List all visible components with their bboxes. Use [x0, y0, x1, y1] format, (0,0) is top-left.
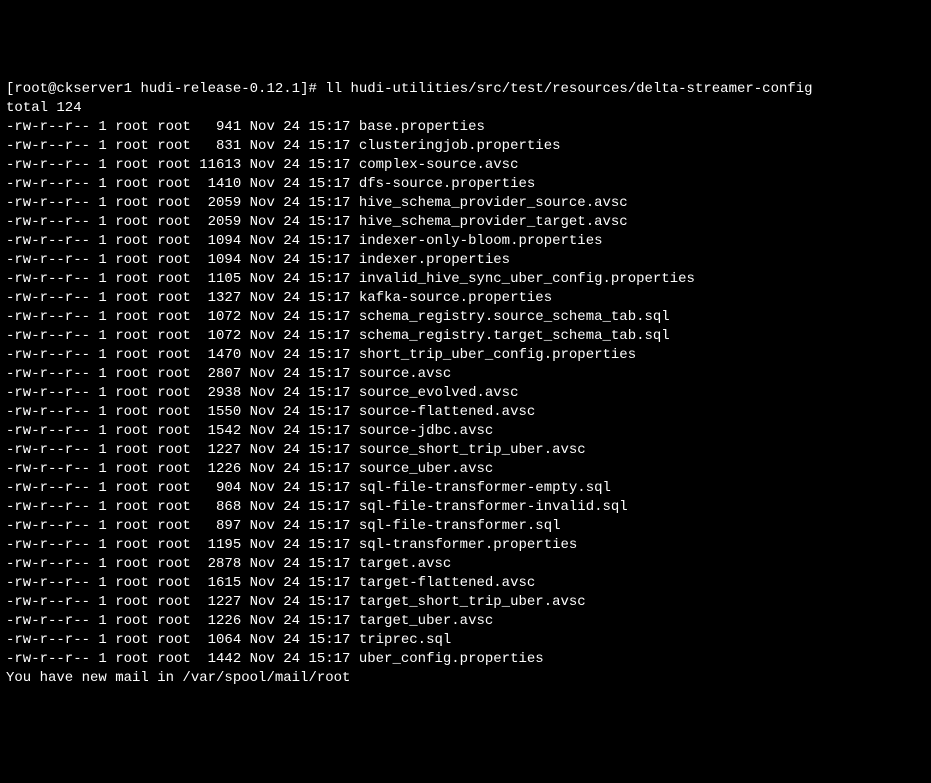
prompt-cwd: hudi-release-0.12.1: [140, 81, 300, 97]
file-row: -rw-r--r-- 1 root root 2878 Nov 24 15:17…: [6, 555, 925, 574]
file-row: -rw-r--r-- 1 root root 1226 Nov 24 15:17…: [6, 612, 925, 631]
file-row: -rw-r--r-- 1 root root 11613 Nov 24 15:1…: [6, 156, 925, 175]
file-row: -rw-r--r-- 1 root root 1094 Nov 24 15:17…: [6, 251, 925, 270]
command-text: ll hudi-utilities/src/test/resources/del…: [325, 81, 812, 97]
file-row: -rw-r--r-- 1 root root 831 Nov 24 15:17 …: [6, 137, 925, 156]
file-row: -rw-r--r-- 1 root root 1105 Nov 24 15:17…: [6, 270, 925, 289]
file-row: -rw-r--r-- 1 root root 868 Nov 24 15:17 …: [6, 498, 925, 517]
file-row: -rw-r--r-- 1 root root 1542 Nov 24 15:17…: [6, 422, 925, 441]
mail-notice: You have new mail in /var/spool/mail/roo…: [6, 669, 925, 688]
file-row: -rw-r--r-- 1 root root 2807 Nov 24 15:17…: [6, 365, 925, 384]
total-line: total 124: [6, 99, 925, 118]
prompt-line[interactable]: [root@ckserver1 hudi-release-0.12.1]# ll…: [6, 80, 925, 99]
file-row: -rw-r--r-- 1 root root 1064 Nov 24 15:17…: [6, 631, 925, 650]
file-row: -rw-r--r-- 1 root root 2059 Nov 24 15:17…: [6, 213, 925, 232]
prompt-close: ]#: [300, 81, 325, 97]
file-row: -rw-r--r-- 1 root root 2938 Nov 24 15:17…: [6, 384, 925, 403]
file-row: -rw-r--r-- 1 root root 1072 Nov 24 15:17…: [6, 308, 925, 327]
file-row: -rw-r--r-- 1 root root 1550 Nov 24 15:17…: [6, 403, 925, 422]
file-row: -rw-r--r-- 1 root root 1327 Nov 24 15:17…: [6, 289, 925, 308]
file-row: -rw-r--r-- 1 root root 2059 Nov 24 15:17…: [6, 194, 925, 213]
file-row: -rw-r--r-- 1 root root 1195 Nov 24 15:17…: [6, 536, 925, 555]
file-row: -rw-r--r-- 1 root root 1410 Nov 24 15:17…: [6, 175, 925, 194]
file-row: -rw-r--r-- 1 root root 904 Nov 24 15:17 …: [6, 479, 925, 498]
file-row: -rw-r--r-- 1 root root 1615 Nov 24 15:17…: [6, 574, 925, 593]
file-row: -rw-r--r-- 1 root root 941 Nov 24 15:17 …: [6, 118, 925, 137]
file-row: -rw-r--r-- 1 root root 1072 Nov 24 15:17…: [6, 327, 925, 346]
file-row: -rw-r--r-- 1 root root 1227 Nov 24 15:17…: [6, 593, 925, 612]
file-row: -rw-r--r-- 1 root root 1227 Nov 24 15:17…: [6, 441, 925, 460]
file-row: -rw-r--r-- 1 root root 1226 Nov 24 15:17…: [6, 460, 925, 479]
prompt-user-host: root@ckserver1: [14, 81, 132, 97]
file-row: -rw-r--r-- 1 root root 1094 Nov 24 15:17…: [6, 232, 925, 251]
terminal-output[interactable]: [root@ckserver1 hudi-release-0.12.1]# ll…: [6, 80, 925, 688]
file-row: -rw-r--r-- 1 root root 1470 Nov 24 15:17…: [6, 346, 925, 365]
file-row: -rw-r--r-- 1 root root 1442 Nov 24 15:17…: [6, 650, 925, 669]
file-row: -rw-r--r-- 1 root root 897 Nov 24 15:17 …: [6, 517, 925, 536]
